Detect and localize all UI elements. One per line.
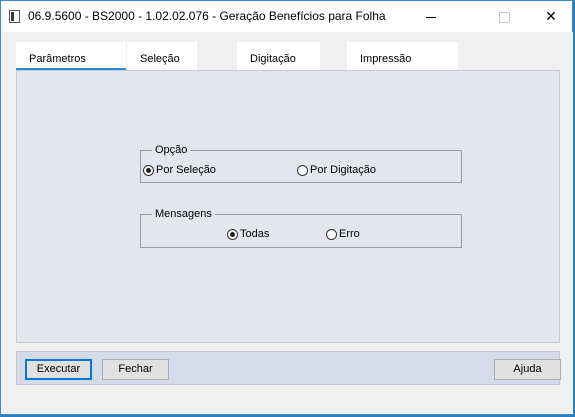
close-button[interactable]: ✕ bbox=[528, 1, 574, 32]
tab-impressao[interactable]: Impressão bbox=[347, 42, 430, 70]
app-icon bbox=[9, 10, 20, 23]
tab-parametros[interactable]: Parâmetros bbox=[16, 42, 126, 71]
radio-unchecked-icon bbox=[326, 228, 337, 240]
radio-todas[interactable]: Todas bbox=[227, 228, 269, 240]
minimize-button[interactable] bbox=[408, 1, 454, 32]
radio-checked-icon bbox=[143, 164, 154, 176]
maximize-button[interactable] bbox=[481, 1, 527, 32]
mensagens-legend: Mensagens bbox=[155, 208, 212, 220]
radio-erro[interactable]: Erro bbox=[326, 228, 360, 240]
radio-por-selecao[interactable]: Por Seleção bbox=[143, 164, 216, 176]
radio-unchecked-icon bbox=[297, 164, 308, 176]
title-bar[interactable]: 06.9.5600 - BS2000 - 1.02.02.076 - Geraç… bbox=[1, 1, 572, 32]
tab-strip: Parâmetros Seleção Digitação Impressão bbox=[16, 42, 458, 71]
button-bar: Executar Fechar Ajuda bbox=[16, 351, 561, 385]
app-window: 06.9.5600 - BS2000 - 1.02.02.076 - Geraç… bbox=[0, 0, 573, 415]
mensagens-group: Mensagens bbox=[140, 208, 462, 248]
tab-selecao[interactable]: Seleção bbox=[127, 42, 197, 70]
radio-label: Todas bbox=[240, 228, 270, 240]
maximize-icon bbox=[498, 11, 510, 23]
tab-digitacao[interactable]: Digitação bbox=[237, 42, 320, 70]
execute-button[interactable]: Executar bbox=[25, 359, 92, 380]
tab-label: Digitação bbox=[250, 53, 296, 65]
minimize-icon bbox=[426, 16, 436, 18]
window-title: 06.9.5600 - BS2000 - 1.02.02.076 - Geraç… bbox=[28, 9, 386, 23]
opcao-legend: Opção bbox=[155, 144, 188, 156]
tab-label: Seleção bbox=[140, 53, 180, 65]
radio-checked-icon bbox=[227, 228, 238, 240]
close-form-button[interactable]: Fechar bbox=[102, 359, 169, 380]
client-area: Parâmetros Seleção Digitação Impressão O… bbox=[2, 32, 573, 414]
radio-label: Por Digitação bbox=[310, 164, 377, 176]
close-icon: ✕ bbox=[545, 8, 557, 24]
tab-strip-filler bbox=[430, 42, 458, 70]
tab-label: Parâmetros bbox=[29, 53, 86, 65]
help-button[interactable]: Ajuda bbox=[494, 359, 561, 380]
radio-label: Erro bbox=[339, 228, 360, 240]
tab-page-parametros: Opção Por Seleção Por Digitação Mensagen… bbox=[16, 70, 560, 343]
tab-label: Impressão bbox=[360, 53, 412, 65]
radio-por-digitacao[interactable]: Por Digitação bbox=[297, 164, 376, 176]
radio-label: Por Seleção bbox=[156, 164, 216, 176]
